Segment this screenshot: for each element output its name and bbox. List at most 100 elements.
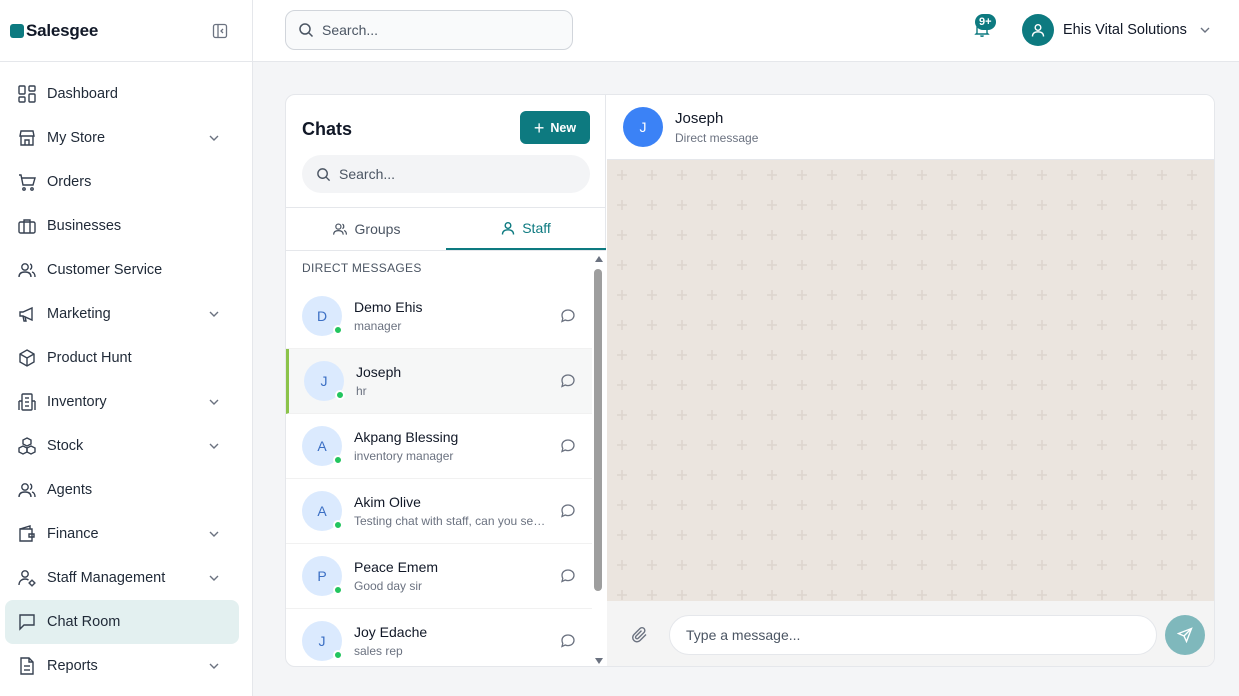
global-search[interactable] — [285, 10, 573, 50]
chat-list-pane: Chats + New Groups Staff DIRECT MESSAGES… — [286, 95, 606, 666]
sidebar-item-label: Staff Management — [47, 570, 166, 586]
avatar-initial: A — [317, 438, 327, 454]
section-label: DIRECT MESSAGES — [302, 261, 422, 275]
package-icon — [17, 348, 37, 368]
sidebar-item-inventory[interactable]: Inventory — [0, 380, 246, 424]
list-item[interactable]: P Peace Emem Good day sir — [286, 544, 592, 609]
sidebar-item-label: Dashboard — [47, 86, 118, 102]
sidebar-item-orders[interactable]: Orders — [0, 160, 246, 204]
list-item[interactable]: D Demo Ehis manager — [286, 284, 592, 349]
conversation-pane: J Joseph Direct message — [607, 95, 1214, 666]
avatar-initial: J — [639, 119, 647, 135]
list-item[interactable]: J Joy Edache sales rep — [286, 609, 592, 666]
message-circle-icon[interactable] — [560, 373, 576, 389]
sidebar-item-label: Customer Service — [47, 262, 163, 278]
tab-staff[interactable]: Staff — [446, 208, 606, 250]
sidebar-item-label: Reports — [47, 658, 98, 674]
search-icon — [316, 167, 331, 182]
contact-list-scrollbar[interactable] — [592, 251, 606, 666]
sidebar-item-label: Marketing — [47, 306, 111, 322]
sidebar-item-customer-service[interactable]: Customer Service — [0, 248, 246, 292]
contact-list: D Demo Ehis manager J Joseph hr A Akpang B… — [286, 284, 592, 666]
sidebar-item-label: Chat Room — [47, 614, 121, 630]
message-circle-icon[interactable] — [560, 308, 576, 324]
dashboard-icon — [17, 84, 37, 104]
list-item[interactable]: J Joseph hr — [286, 349, 592, 414]
sidebar-item-staff-management[interactable]: Staff Management — [0, 556, 246, 600]
sidebar-item-dashboard[interactable]: Dashboard — [0, 72, 246, 116]
contact-subtitle: Testing chat with staff, can you see thi… — [354, 514, 549, 528]
chat-panel: Chats + New Groups Staff DIRECT MESSAGES… — [285, 94, 1215, 667]
contact-subtitle: Good day sir — [354, 579, 423, 593]
sidebar-item-my-store[interactable]: My Store — [0, 116, 246, 160]
sidebar-item-chat-room[interactable]: Chat Room — [5, 600, 239, 644]
avatar: A — [302, 491, 343, 531]
users-icon — [332, 221, 355, 237]
scrollbar-thumb[interactable] — [594, 269, 602, 591]
tab-groups[interactable]: Groups — [286, 208, 446, 250]
building-icon — [17, 392, 37, 412]
message-circle-icon[interactable] — [560, 633, 576, 649]
user-cog-icon — [17, 568, 37, 588]
search-input[interactable] — [322, 22, 542, 38]
list-item[interactable]: A Akim Olive Testing chat with staff, can… — [286, 479, 592, 544]
sidebar-item-product-hunt[interactable]: Product Hunt — [0, 336, 246, 380]
sidebar-item-finance[interactable]: Finance — [0, 512, 246, 556]
message-circle-icon[interactable] — [560, 568, 576, 584]
contact-name: Peace Emem — [354, 559, 439, 575]
online-indicator — [333, 585, 343, 595]
avatar: P — [302, 556, 343, 596]
new-chat-button[interactable]: + New — [520, 111, 590, 144]
user-menu[interactable]: Ehis Vital Solutions — [1022, 14, 1211, 46]
megaphone-icon — [17, 304, 37, 324]
user-icon — [501, 221, 522, 235]
avatar: J — [302, 621, 343, 661]
sidebar-item-label: Finance — [47, 526, 99, 542]
contact-name: Joy Edache — [354, 624, 428, 640]
paperclip-icon[interactable] — [631, 626, 649, 644]
list-item[interactable]: A Akpang Blessing inventory manager — [286, 414, 592, 479]
avatar-initial: P — [317, 568, 327, 584]
brand: Salesgee — [0, 0, 252, 62]
chevron-down-icon — [1199, 24, 1211, 36]
chevron-down-icon — [208, 308, 220, 320]
sidebar-item-marketing[interactable]: Marketing — [0, 292, 246, 336]
online-indicator — [333, 650, 343, 660]
sidebar-item-agents[interactable]: Agents — [0, 468, 246, 512]
sidebar-item-label: Agents — [47, 482, 93, 498]
users-icon — [17, 260, 37, 280]
scroll-down-arrow[interactable] — [595, 658, 603, 664]
sidebar-collapse-icon[interactable] — [212, 23, 228, 39]
conversation-subtitle: Direct message — [675, 130, 759, 145]
store-icon — [17, 128, 37, 148]
brand-name: Salesgee — [26, 20, 99, 40]
sidebar-item-reports[interactable]: Reports — [0, 644, 246, 688]
contact-name: Akpang Blessing — [354, 429, 459, 445]
sidebar-item-label: Businesses — [47, 218, 122, 234]
sidebar-item-label: My Store — [47, 130, 106, 146]
online-indicator — [333, 325, 343, 335]
chevron-down-icon — [208, 440, 220, 452]
sidebar-item-label: Orders — [47, 174, 92, 190]
chevron-down-icon — [208, 660, 220, 672]
sidebar-item-stock[interactable]: Stock — [0, 424, 246, 468]
file-icon — [17, 656, 37, 676]
sidebar-nav: Dashboard My Store Orders Businesses Cus… — [0, 62, 252, 688]
chat-search[interactable] — [302, 155, 590, 193]
user-name: Ehis Vital Solutions — [1063, 22, 1187, 38]
message-circle-icon[interactable] — [560, 503, 576, 519]
sidebar-item-businesses[interactable]: Businesses — [0, 204, 246, 248]
message-circle-icon[interactable] — [560, 438, 576, 454]
chat-search-input[interactable] — [339, 166, 559, 182]
avatar-initial: A — [317, 503, 327, 519]
send-button[interactable] — [1165, 614, 1205, 655]
search-icon — [298, 22, 314, 38]
cart-icon — [17, 172, 37, 192]
scroll-up-arrow[interactable] — [595, 256, 603, 262]
avatar-initial: J — [318, 633, 326, 649]
wallet-icon — [17, 524, 37, 544]
avatar-initial: J — [320, 373, 328, 389]
message-input[interactable] — [669, 614, 1157, 655]
plus-icon: + — [533, 117, 545, 138]
chevron-down-icon — [208, 396, 220, 408]
